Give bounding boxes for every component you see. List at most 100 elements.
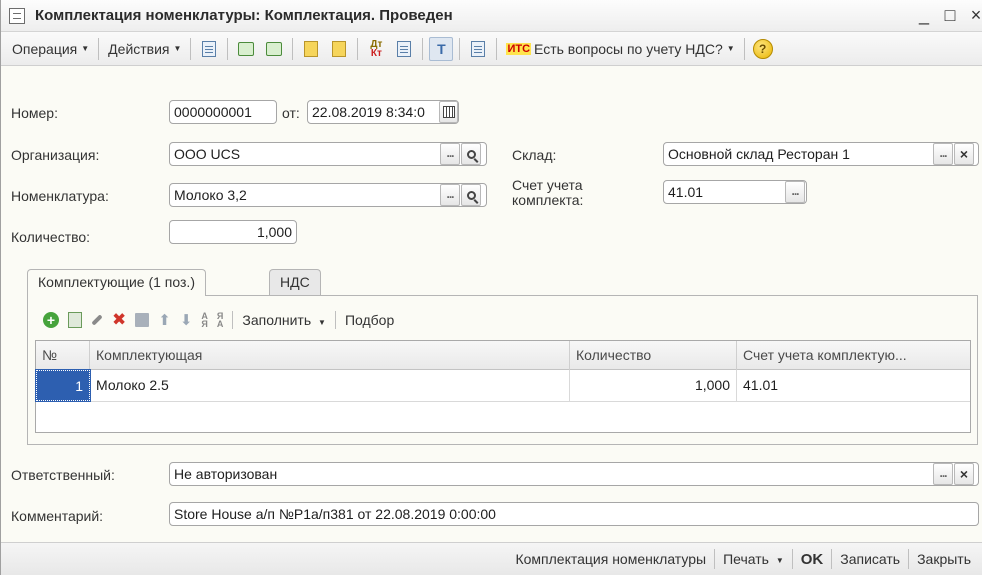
nomenclature-label: Номенклатура: (11, 188, 109, 204)
warehouse-clear-button[interactable]: × (954, 143, 974, 165)
chevron-down-icon: ▼ (775, 555, 784, 565)
document-window: Комплектация номенклатуры: Комплектация.… (0, 0, 982, 575)
edit-row-icon[interactable] (91, 314, 103, 326)
component-cell[interactable]: Молоко 2.5 (90, 370, 570, 401)
close-button[interactable]: × (969, 5, 982, 25)
toolbar-divider (227, 37, 229, 60)
column-header-quantity[interactable]: Количество (570, 341, 737, 370)
minimize-button[interactable]: _ (917, 5, 931, 25)
table-header: № Комплектующая Количество Счет учета ко… (36, 341, 970, 370)
date-label: от: (282, 105, 300, 121)
window-controls: _ □ × (917, 5, 982, 25)
table-row[interactable]: 1 Молоко 2.5 1,000 41.01 (35, 369, 970, 402)
ok-button[interactable]: OK (793, 551, 832, 568)
maximize-button[interactable]: □ (943, 5, 957, 25)
column-header-component[interactable]: Комплектующая (90, 341, 570, 370)
unpost-icon (332, 40, 347, 57)
components-table: № Комплектующая Количество Счет учета ко… (35, 340, 971, 433)
toolbar-divider (459, 37, 461, 60)
operation-menu[interactable]: Операция ▼ (7, 37, 94, 61)
end-edit-icon[interactable] (135, 313, 150, 327)
help-icon: ? (752, 38, 773, 59)
sort-descending-icon[interactable]: Я А (217, 312, 224, 329)
nomenclature-open-button[interactable] (461, 184, 481, 206)
checklist-icon (471, 40, 486, 57)
show-postings-button[interactable]: Дт Кт (364, 37, 388, 61)
calendar-icon (442, 106, 455, 118)
warehouse-select-button[interactable]: ... (933, 143, 953, 165)
debit-credit-icon: Дт Кт (370, 39, 382, 59)
credit-label: Кт (370, 47, 382, 59)
check-document-button[interactable] (466, 37, 490, 61)
add-row-icon[interactable]: + (43, 312, 59, 328)
account-select-button[interactable]: ... (785, 181, 805, 203)
responsible-label: Ответственный: (11, 467, 115, 483)
tab-vat[interactable]: НДС (269, 269, 321, 295)
toggle-header-button[interactable]: T (429, 36, 454, 61)
comment-label: Комментарий: (11, 508, 104, 524)
table-empty-row (36, 403, 970, 432)
row-number-cell[interactable]: 1 (35, 369, 91, 402)
its-icon: ИТС (506, 42, 532, 55)
copy-row-icon[interactable] (68, 312, 82, 328)
move-down-icon[interactable]: ⬇ (180, 311, 193, 329)
vat-questions-menu[interactable]: ИТС Есть вопросы по учету НДС? ▼ (501, 37, 739, 61)
print-menu[interactable]: Печать ▼ (715, 551, 792, 567)
nomenclature-select-button[interactable]: ... (440, 184, 460, 206)
main-toolbar: Операция ▼ Действия ▼ Дт Кт T ИТС Есть в… (1, 32, 982, 66)
responsible-clear-button[interactable]: × (954, 463, 974, 485)
components-toolbar: + ✖ ⬆ ⬇ А Я Я А Заполнить ▼ Подбор (43, 309, 394, 331)
column-header-number[interactable]: № (36, 341, 90, 370)
calendar-button[interactable] (439, 101, 458, 123)
responsible-select-button[interactable]: ... (933, 463, 953, 485)
post-and-close-button[interactable] (197, 37, 221, 61)
chevron-down-icon: ▼ (318, 318, 326, 327)
window-title: Комплектация номенклатуры: Комплектация.… (35, 7, 453, 24)
responsible-field[interactable]: Не авторизован (169, 462, 979, 486)
organization-select-button[interactable]: ... (440, 143, 460, 165)
account-label-line1: Счет учета (512, 177, 583, 193)
operation-menu-label: Операция (12, 40, 78, 57)
warehouse-label: Склад: (512, 147, 557, 163)
organization-label: Организация: (11, 147, 100, 163)
structure-button[interactable] (392, 37, 416, 61)
comment-field[interactable]: Store House а/п №Р1а/п381 от 22.08.2019 … (169, 502, 979, 526)
post-close-icon (202, 40, 217, 57)
warehouse-field[interactable]: Основной склад Ресторан 1 (663, 142, 979, 166)
post-button[interactable] (299, 37, 323, 61)
date-field[interactable]: 22.08.2019 8:34:0 (307, 100, 459, 124)
toolbar-divider (232, 311, 234, 329)
refresh-button[interactable] (234, 37, 258, 61)
actions-menu[interactable]: Действия ▼ (103, 37, 186, 61)
toolbar-divider (334, 311, 336, 329)
sort-ascending-icon[interactable]: А Я (201, 312, 208, 329)
move-up-icon[interactable]: ⬆ (158, 311, 171, 329)
number-field[interactable]: 0000000001 (169, 100, 277, 124)
chevron-down-icon: ▼ (173, 44, 182, 53)
close-form-button[interactable]: Закрыть (909, 551, 979, 567)
toolbar-divider (743, 37, 745, 60)
save-button[interactable]: Записать (832, 551, 908, 567)
toolbar-divider (422, 37, 424, 60)
selection-button[interactable]: Подбор (345, 312, 394, 328)
delete-row-icon[interactable]: ✖ (112, 310, 126, 330)
footer-bar: Комплектация номенклатуры Печать ▼ OK За… (1, 542, 982, 575)
quantity-label: Количество: (11, 229, 91, 245)
search-icon (466, 190, 476, 200)
unpost-button[interactable] (327, 37, 351, 61)
fill-menu[interactable]: Заполнить ▼ (242, 312, 326, 328)
quantity-field[interactable]: 1,000 (169, 220, 297, 244)
nomenclature-kit-print-button[interactable]: Комплектация номенклатуры (507, 551, 714, 567)
copy-document-button[interactable] (262, 37, 286, 61)
quantity-cell[interactable]: 1,000 (570, 370, 737, 401)
help-button[interactable]: ? (751, 37, 775, 61)
account-cell[interactable]: 41.01 (737, 370, 970, 401)
copy-icon (266, 41, 283, 56)
account-label: Счет учета комплекта: (512, 178, 583, 208)
number-label: Номер: (11, 105, 58, 121)
tab-components[interactable]: Комплектующие (1 поз.) (27, 269, 206, 296)
print-menu-label: Печать (723, 551, 769, 567)
chevron-down-icon: ▼ (726, 44, 735, 53)
organization-open-button[interactable] (461, 143, 481, 165)
column-header-account[interactable]: Счет учета комплектую... (737, 341, 970, 370)
